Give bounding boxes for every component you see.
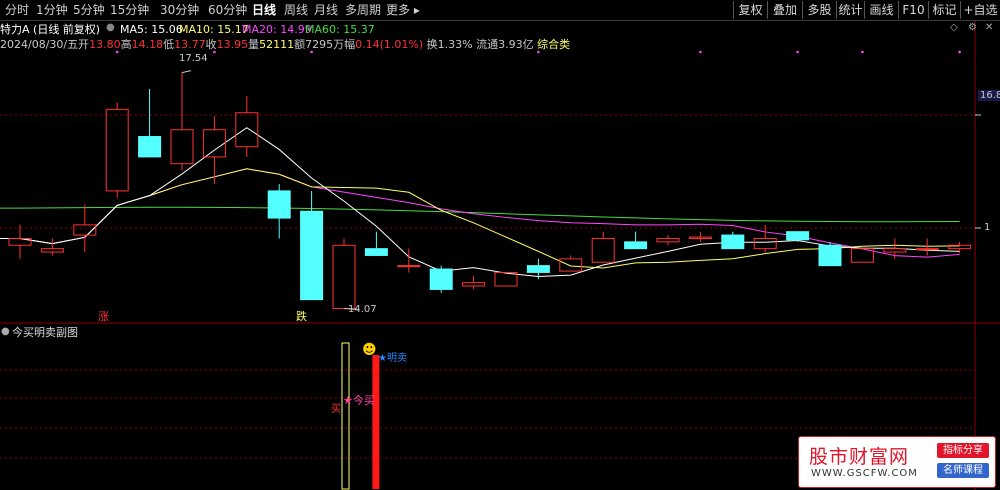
- quote-part-13: 幅: [344, 38, 356, 51]
- candle-body-23: [753, 237, 777, 250]
- toolbar-button-4[interactable]: 画线: [864, 1, 898, 19]
- low-price-label: 14.07: [348, 304, 377, 315]
- quote-part-11: 额: [294, 38, 306, 51]
- buy-signal-label: ★今买: [343, 394, 375, 407]
- top-dot-4: [699, 50, 702, 54]
- candle-body-17: [559, 258, 583, 272]
- toolbar-button-2[interactable]: 多股: [802, 1, 836, 19]
- watermark-logo: 股市财富网 WWW.GSCFW.COM 指标分享 名师课程: [798, 436, 996, 488]
- settings-icon[interactable]: ⚙: [968, 22, 977, 33]
- quote-part-17: 综合类: [533, 38, 571, 51]
- ma-label-0: MA5: 15.06: [120, 23, 183, 36]
- period-tab-2[interactable]: 5分钟: [73, 2, 105, 18]
- buy-side-char: 买: [331, 404, 341, 415]
- candle-body-4: [138, 136, 162, 158]
- candle-body-3: [105, 108, 129, 192]
- logo-tag-indicator: 指标分享: [937, 443, 989, 458]
- candle-body-1: [40, 248, 64, 253]
- quote-part-4: 14.18: [131, 38, 164, 51]
- candle-body-24: [786, 231, 810, 241]
- candle-body-12: [397, 265, 421, 268]
- sell-signal-label: ★明卖: [378, 353, 407, 364]
- quote-part-6: 13.77: [174, 38, 206, 51]
- period-tab-1[interactable]: 1分钟: [36, 2, 68, 18]
- toolbar-button-0[interactable]: 复权: [733, 1, 767, 19]
- quote-part-8: 13.95: [216, 38, 249, 51]
- ma-label-1: MA10: 15.17: [179, 23, 249, 36]
- logo-text: 股市财富网: [809, 446, 910, 468]
- period-tab-4[interactable]: 30分钟: [160, 2, 199, 18]
- candle-body-13: [429, 268, 453, 290]
- kline-chart[interactable]: [0, 0, 1000, 490]
- toolbar-button-3[interactable]: 统计: [836, 1, 864, 19]
- quote-values: 2024/08/30/五开13.80高14.18低13.77收13.95量521…: [0, 37, 570, 52]
- quote-part-5: 低: [163, 38, 175, 51]
- candle-body-6: [202, 129, 226, 158]
- quote-part-16: 流通3.93亿: [472, 38, 534, 51]
- period-tab-6[interactable]: 日线: [252, 2, 276, 18]
- quote-part-0: 2024/08/30/五: [0, 38, 79, 51]
- toolbar-button-5[interactable]: F10: [898, 1, 928, 19]
- sub-collapse-icon[interactable]: ●: [1, 326, 10, 337]
- candle-body-7: [235, 112, 259, 148]
- candle-body-11: [364, 248, 388, 256]
- period-toolbar: 分时 1分钟 5分钟 15分钟 30分钟 60分钟 日线 周线 月线 多周期 更多 ▸ 复权 叠加 多股统…: [0, 0, 1000, 21]
- close-icon[interactable]: ✕: [985, 22, 993, 33]
- quote-part-10: 52111: [259, 38, 295, 51]
- candle-body-20: [656, 237, 680, 243]
- collapse-icon[interactable]: ●: [106, 22, 115, 33]
- top-dot-7: [958, 50, 961, 54]
- quote-part-9: 量: [248, 38, 260, 51]
- candle-body-25: [818, 244, 842, 267]
- quote-part-15: 换1.33%: [423, 38, 473, 51]
- sub-panel-title: 今买明卖副图: [12, 326, 78, 339]
- diamond-icon[interactable]: ◇: [950, 22, 958, 33]
- candle-body-28: [915, 248, 939, 251]
- ma-label-3: MA60: 15.37: [305, 23, 375, 36]
- logo-url: WWW.GSCFW.COM: [811, 468, 918, 479]
- quote-part-7: 收: [205, 38, 217, 51]
- period-tab-8[interactable]: 月线: [314, 2, 338, 18]
- logo-tag-course: 名师课程: [937, 463, 989, 478]
- period-tab-9[interactable]: 多周期: [345, 2, 381, 18]
- high-pointer: [181, 70, 192, 74]
- period-tab-7[interactable]: 周线: [284, 2, 308, 18]
- smiley-icon: ☻: [362, 342, 377, 358]
- quote-part-2: 13.80: [89, 38, 121, 51]
- candle-body-14: [462, 282, 486, 287]
- fall-mark: 跌: [296, 310, 307, 323]
- period-tab-10[interactable]: 更多 ▸: [386, 2, 420, 18]
- candle-body-21: [688, 236, 712, 239]
- buy-signal-bar: [341, 342, 350, 490]
- candle-body-18: [591, 237, 615, 263]
- candle-body-22: [721, 234, 745, 250]
- top-dot-5: [796, 50, 799, 54]
- high-price-label: 17.54: [179, 53, 208, 64]
- period-tab-5[interactable]: 60分钟: [208, 2, 247, 18]
- candle-body-16: [526, 265, 550, 273]
- period-tab-0[interactable]: 分时: [5, 2, 29, 18]
- rise-mark: 涨: [98, 310, 109, 323]
- quote-part-1: 开: [78, 38, 90, 51]
- candle-body-19: [624, 241, 648, 250]
- top-dot-6: [861, 50, 864, 54]
- sell-signal-bar: [372, 355, 380, 489]
- toolbar-button-6[interactable]: 标记: [928, 1, 960, 19]
- quote-part-12: 7295万: [305, 38, 345, 51]
- stock-title: 特力A (日线 前复权): [0, 23, 101, 36]
- right-axis-upper: 16.8: [978, 90, 1000, 101]
- candle-body-9: [300, 210, 324, 301]
- candle-body-8: [267, 190, 291, 219]
- right-axis-lower: 1: [984, 222, 991, 233]
- candle-body-5: [170, 129, 194, 165]
- candle-body-10: [332, 244, 356, 309]
- ma10-line: [0, 168, 960, 269]
- ma-label-2: MA20: 14.99: [242, 23, 312, 36]
- quote-part-14: 0.14(1.01%): [355, 38, 424, 51]
- toolbar-button-7[interactable]: +自选: [960, 1, 1000, 19]
- candle-body-15: [494, 271, 518, 287]
- period-tab-3[interactable]: 15分钟: [110, 2, 149, 18]
- toolbar-button-1[interactable]: 叠加: [767, 1, 802, 19]
- quote-part-3: 高: [120, 38, 132, 51]
